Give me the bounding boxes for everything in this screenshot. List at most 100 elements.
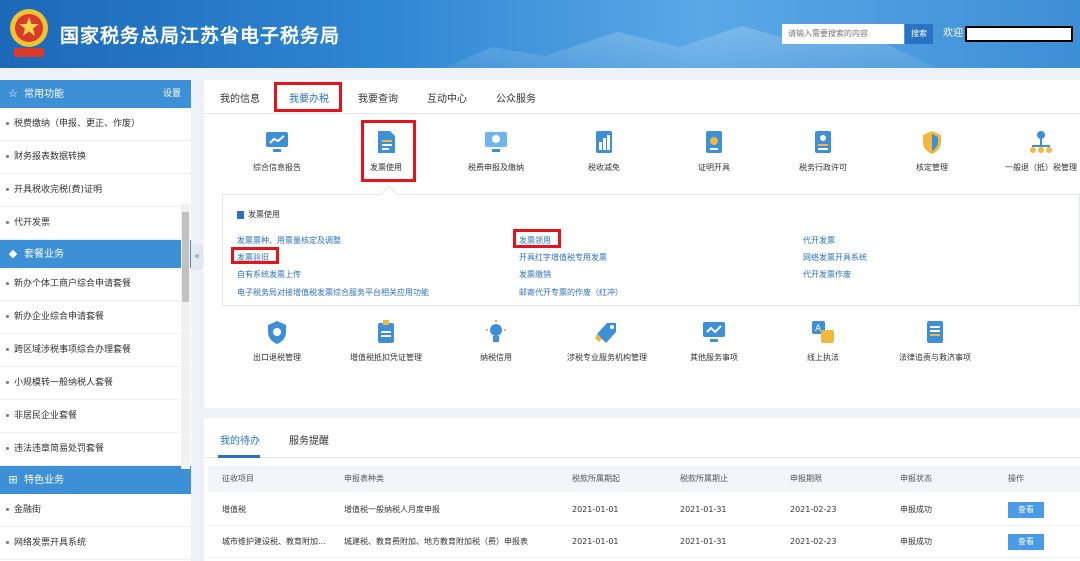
sidebar-item[interactable]: 网络发票开具系统 [0, 527, 191, 560]
calculator-icon [596, 131, 612, 153]
sidebar-item[interactable]: 违法违章简易处罚套餐 [0, 433, 191, 466]
welcome-text: 欢迎 [943, 28, 963, 39]
sidebar-section-title: 套餐业务 [24, 249, 64, 260]
tab-public-service[interactable]: 公众服务 [496, 90, 536, 105]
highlight-box [231, 247, 279, 264]
tab-my-todo[interactable]: 我的待办 [220, 432, 260, 447]
sidebar-item[interactable]: 财务报表数据转换 [0, 141, 191, 174]
table-row: 城市维护建设税、教育附加... 城建税、教育费附加、地方教育附加税（费）申报表 … [208, 526, 1080, 558]
service-vat-deduction[interactable]: 增值税抵扣凭证管理 [341, 318, 431, 363]
monitor-icon [703, 322, 725, 342]
service-export-refund[interactable]: 出口退税管理 [232, 318, 322, 363]
link-proxy-invoice[interactable]: 代开发票 [803, 235, 835, 246]
top-header: 国家税务总局江苏省电子税务局 搜索 欢迎 [0, 0, 1080, 68]
service-legal-remedy[interactable]: 法律追责与救济事项 [887, 318, 983, 363]
table-header: 征收项目 申报表种类 税款所属期起 税款所属期止 申报期限 申报状态 操作 [208, 466, 1080, 492]
column-header: 申报状态 [900, 474, 932, 483]
redacted-username [965, 26, 1073, 42]
main-panel: 我的信息 我要办税 我要查询 互动中心 公众服务 综合信息报告 发票使用 税费申… [204, 80, 1080, 408]
column-header: 税款所属期止 [680, 474, 728, 483]
invoice-submenu-panel: 发票使用 发票票种、用票量核定及调整 发票验旧 自有系统发票上传 电子税务局对接… [222, 194, 1080, 306]
sidebar-section-packages[interactable]: ◆ 套餐业务 [0, 240, 191, 268]
document-list-icon [927, 321, 943, 343]
service-declaration-payment[interactable]: 税费申报及缴纳 [451, 128, 541, 173]
tag-icon [595, 323, 616, 343]
sidebar-item[interactable]: 代开发票 [0, 207, 191, 240]
cube-icon: ◆ [8, 247, 18, 260]
sidebar-section-title: 特色业务 [24, 475, 64, 486]
license-icon [815, 131, 831, 153]
service-other[interactable]: 其他服务事项 [669, 318, 759, 363]
sidebar-item[interactable]: 税费缴纳（申报、更正、作废） [0, 108, 191, 141]
highlight-box [513, 229, 561, 248]
highlight-box [361, 120, 416, 182]
monitor-chart-icon [266, 132, 288, 152]
scrollbar-thumb[interactable] [182, 212, 189, 302]
search-input[interactable] [782, 24, 904, 44]
sidebar-item[interactable]: 非居民企业套餐 [0, 400, 191, 433]
service-certificate[interactable]: 证明开具 [669, 128, 759, 173]
service-tax-agency[interactable]: 涉税专业服务机构管理 [559, 318, 655, 363]
hierarchy-icon [1030, 131, 1052, 153]
sidebar-item[interactable]: 新办个体工商户综合申请套餐 [0, 268, 191, 301]
grid-icon: ⊞ [8, 473, 18, 486]
link-red-invoice[interactable]: 开具红字增值税专用发票 [519, 252, 607, 263]
receipt-icon [378, 320, 394, 343]
view-button[interactable]: 查看 [1008, 502, 1044, 518]
tab-service-reminder[interactable]: 服务提醒 [289, 432, 329, 447]
sidebar-section-featured[interactable]: ⊞ 特色业务 [0, 466, 191, 494]
site-title: 国家税务总局江苏省电子税务局 [60, 25, 341, 47]
tab-my-info[interactable]: 我的信息 [220, 90, 260, 105]
screen-tax-icon [485, 132, 507, 152]
sidebar-item[interactable]: 新办企业综合申请套餐 [0, 301, 191, 334]
svg-text:A: A [815, 324, 822, 334]
lightbulb-icon [486, 320, 506, 342]
tab-query[interactable]: 我要查询 [358, 90, 398, 105]
collapse-sidebar-icon[interactable]: « [191, 244, 203, 270]
sidebar-section-title: 常用功能 [24, 89, 64, 100]
service-info-report[interactable]: 综合信息报告 [232, 128, 322, 173]
sidebar-section-common[interactable]: ☆ 常用功能 设置 [0, 80, 191, 108]
service-admin-license[interactable]: 税务行政许可 [778, 128, 868, 173]
sidebar-item[interactable]: 开具税收完税(费)证明 [0, 174, 191, 207]
link-online-invoice-system[interactable]: 网络发票开具系统 [803, 252, 867, 263]
shield-check-icon [923, 131, 941, 154]
sidebar-item[interactable]: 跨区域涉税事项综合办理套餐 [0, 334, 191, 367]
column-header: 征收项目 [222, 474, 254, 483]
shield-icon [268, 321, 286, 344]
column-header: 申报表种类 [344, 474, 384, 483]
link-platform-integration[interactable]: 电子税务局对接增值税发票综合服务平台相关应用功能 [237, 287, 429, 298]
todo-panel: 我的待办 服务提醒 征收项目 申报表种类 税款所属期起 税款所属期止 申报期限 … [204, 418, 1080, 561]
column-header: 税款所属期起 [572, 474, 620, 483]
sidebar-scrollbar[interactable] [181, 204, 190, 469]
translate-icon: A [812, 321, 834, 343]
table-row: 增值税 增值税一般纳税人月度申报 2021-01-01 2021-01-31 2… [208, 494, 1080, 526]
sidebar-item[interactable]: 小规模转一般纳税人套餐 [0, 367, 191, 400]
settings-link[interactable]: 设置 [163, 80, 181, 108]
national-emblem-icon [10, 9, 48, 57]
link-invoice-cancel[interactable]: 发票缴销 [519, 269, 551, 280]
service-online-enforcement[interactable]: A 线上执法 [778, 318, 868, 363]
sidebar-item[interactable]: 金融街 [0, 494, 191, 527]
service-assessment[interactable]: 核定管理 [887, 128, 977, 173]
link-mail-invoice-void[interactable]: 邮寄代开专票的作废（红冲） [519, 287, 623, 298]
active-tab-indicator [218, 455, 260, 458]
sidebar: ☆ 常用功能 设置 税费缴纳（申报、更正、作废） 财务报表数据转换 开具税收完税(… [0, 80, 191, 561]
column-header: 申报期限 [790, 474, 822, 483]
link-invoice-approval[interactable]: 发票票种、用票量核定及调整 [237, 235, 341, 246]
highlight-box [274, 82, 342, 112]
star-icon: ☆ [8, 87, 18, 100]
link-proxy-invoice-void[interactable]: 代开发票作废 [803, 269, 851, 280]
view-button[interactable]: 查看 [1008, 534, 1044, 550]
column-header: 操作 [1008, 474, 1024, 483]
search-button[interactable]: 搜索 [905, 24, 933, 44]
submenu-title: 发票使用 [237, 209, 280, 220]
todo-tabs: 我的待办 服务提醒 [204, 418, 1080, 458]
link-own-system-upload[interactable]: 自有系统发票上传 [237, 269, 301, 280]
tab-interaction[interactable]: 互动中心 [427, 90, 467, 105]
certificate-icon [706, 131, 722, 153]
document-icon [237, 210, 244, 219]
service-tax-reduction[interactable]: 税收减免 [559, 128, 649, 173]
service-tax-credit[interactable]: 纳税信用 [451, 318, 541, 363]
service-tax-refund[interactable]: 一般退（抵）税管理 [996, 128, 1080, 173]
